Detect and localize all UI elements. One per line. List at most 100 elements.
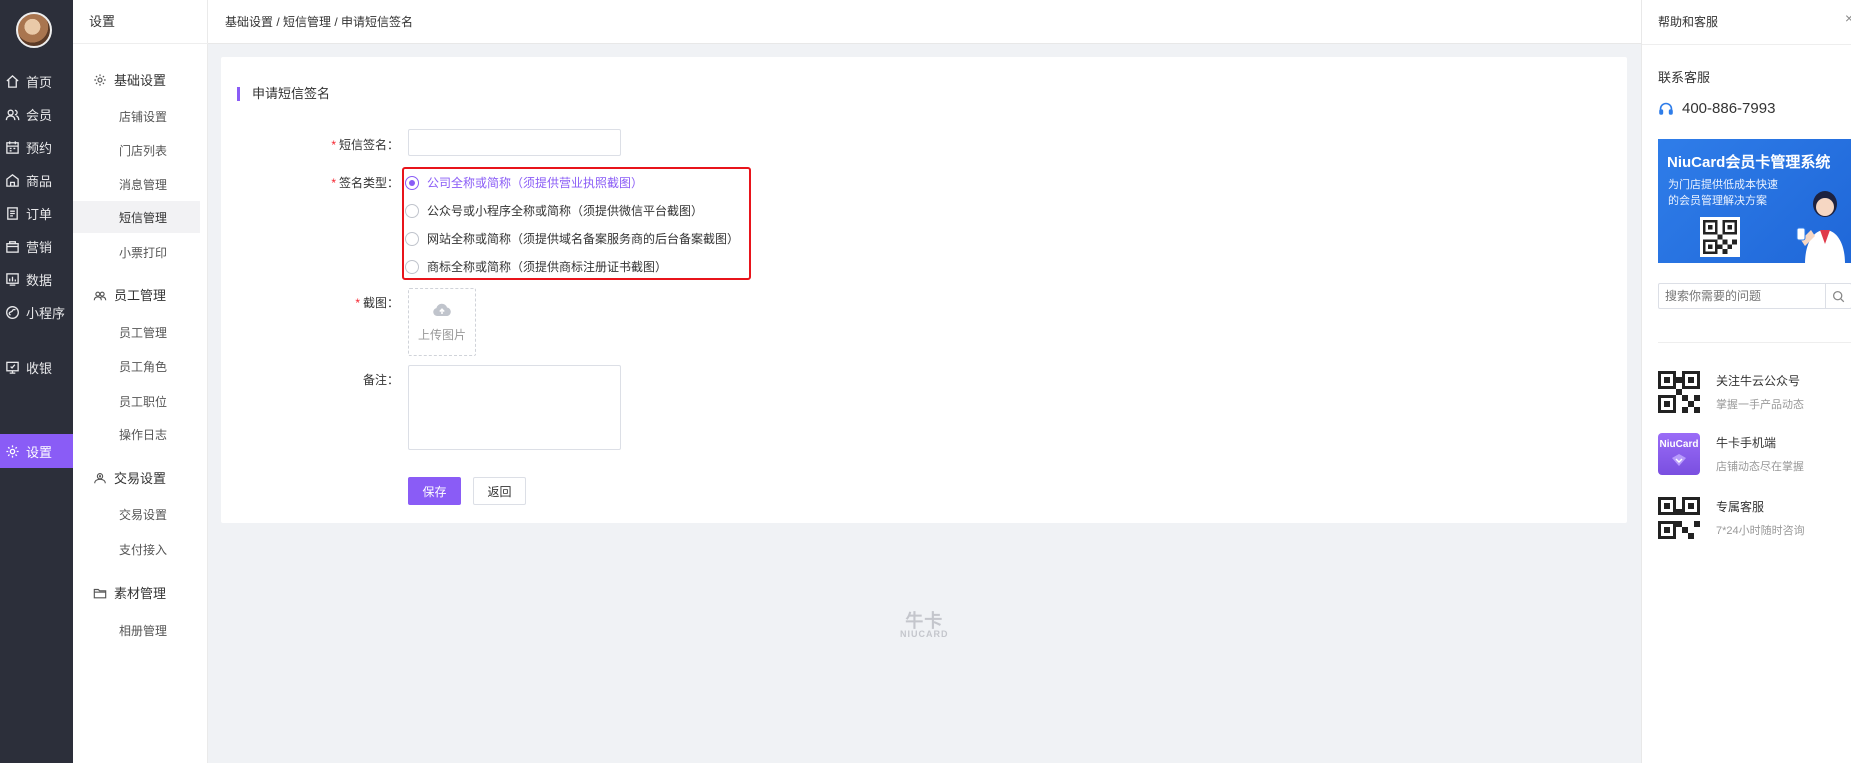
trade-icon [93, 471, 107, 485]
help-item-title: 牛卡手机端 [1716, 436, 1777, 450]
submenu-group-trade[interactable]: 交易设置 [93, 468, 166, 487]
home-icon [5, 74, 20, 89]
qr-code-icon [1658, 371, 1700, 413]
help-item-subtitle: 店铺动态尽在掌握 [1716, 461, 1804, 473]
submenu-item-label: 支付接入 [119, 542, 168, 557]
submenu-item-label: 员工职位 [119, 394, 168, 409]
avatar[interactable] [16, 12, 52, 48]
submenu-group-label: 基础设置 [114, 73, 167, 88]
submenu-item-message[interactable]: 消息管理 [73, 168, 200, 200]
nav-label: 订单 [26, 206, 53, 222]
help-search[interactable] [1658, 283, 1851, 309]
submenu-item-label: 店铺设置 [119, 109, 168, 124]
nav-item-marketing[interactable]: 营销 [0, 229, 73, 263]
divider [73, 43, 208, 44]
submenu-item-label: 门店列表 [119, 143, 168, 158]
gear-icon [93, 73, 107, 87]
nav-item-member[interactable]: 会员 [0, 97, 73, 131]
qr-code-icon [1658, 497, 1700, 539]
nav-item-goods[interactable]: 商品 [0, 163, 73, 197]
label-text: 备注： [362, 373, 399, 387]
help-item-wechat[interactable]: 关注牛云公众号 掌握一手产品动态 [1658, 371, 1804, 413]
submenu-group-material[interactable]: 素材管理 [93, 583, 166, 602]
screenshot-label: * 截图： [266, 294, 399, 311]
remark-textarea[interactable] [408, 365, 621, 450]
breadcrumb[interactable]: 基础设置 / 短信管理 / 申请短信签名 [225, 13, 413, 30]
niucard-banner[interactable]: NiuCard会员卡管理系统 为门店提供低成本快速的会员管理解决方案 [1658, 139, 1851, 263]
nav-label: 设置 [26, 444, 53, 460]
nav-label: 首页 [26, 74, 53, 90]
nav-item-home[interactable]: 首页 [0, 64, 73, 98]
app-badge-text: NiuCard [1659, 439, 1699, 450]
submenu-item-payment[interactable]: 支付接入 [73, 533, 200, 565]
submenu-item-label: 员工角色 [119, 359, 168, 374]
top-bar: 基础设置 / 短信管理 / 申请短信签名 [208, 0, 1641, 44]
submenu-item-trade-settings[interactable]: 交易设置 [73, 498, 200, 530]
nav-item-booking[interactable]: 预约 [0, 130, 73, 164]
required-mark: * [355, 296, 360, 310]
divider [1642, 44, 1851, 45]
submenu-item-staff-position[interactable]: 员工职位 [73, 385, 200, 417]
phone-number: 400-886-7993 [1682, 100, 1776, 117]
nav-label: 收银 [26, 360, 53, 376]
help-item-subtitle: 掌握一手产品动态 [1716, 399, 1804, 411]
banner-subtitle: 为门店提供低成本快速的会员管理解决方案 [1668, 179, 1778, 207]
submenu-item-sms[interactable]: 短信管理 [73, 201, 200, 233]
help-item-dedicated-service[interactable]: 专属客服 7*24小时随时咨询 [1658, 497, 1805, 539]
nav-item-cashier[interactable]: 收银 [0, 350, 73, 384]
folder-icon [93, 586, 107, 600]
watermark-text: 牛卡 [905, 611, 944, 631]
remark-label: 备注： [266, 371, 399, 388]
submenu-item-staff-role[interactable]: 员工角色 [73, 350, 200, 382]
help-search-input[interactable] [1659, 285, 1825, 307]
save-button[interactable]: 保存 [408, 477, 461, 505]
marketing-icon [5, 239, 20, 254]
chart-icon [5, 272, 20, 287]
label-text: 签名类型： [338, 176, 399, 190]
search-icon[interactable] [1825, 284, 1851, 308]
submenu-item-receipt-print[interactable]: 小票打印 [73, 236, 200, 268]
miniprogram-icon [5, 305, 20, 320]
submenu-group-label: 交易设置 [114, 471, 167, 486]
submenu-item-label: 操作日志 [119, 427, 168, 442]
close-icon[interactable]: × [1845, 10, 1851, 26]
contact-title: 联系客服 [1658, 70, 1711, 85]
shop-icon [5, 173, 20, 188]
staff-icon [93, 288, 107, 302]
submenu-group-staff[interactable]: 员工管理 [93, 285, 166, 304]
upload-image-button[interactable]: 上传图片 [408, 288, 476, 356]
submenu-item-operation-log[interactable]: 操作日志 [73, 418, 200, 450]
nav-item-miniprogram[interactable]: 小程序 [0, 295, 73, 329]
niucard-app-icon: NiuCard [1658, 433, 1700, 475]
sign-type-label: * 签名类型： [266, 174, 399, 191]
submenu-item-label: 相册管理 [119, 623, 168, 638]
help-item-title: 专属客服 [1716, 500, 1765, 514]
back-button[interactable]: 返回 [473, 477, 526, 505]
nav-item-data[interactable]: 数据 [0, 262, 73, 296]
submenu-group-label: 员工管理 [114, 288, 167, 303]
submenu-item-store-settings[interactable]: 店铺设置 [73, 100, 200, 132]
support-phone[interactable]: 400-886-7993 [1658, 100, 1775, 117]
gear-icon [5, 444, 20, 459]
submenu-item-album[interactable]: 相册管理 [73, 614, 200, 646]
help-item-mobile[interactable]: NiuCard 牛卡手机端 店铺动态尽在掌握 [1658, 433, 1804, 475]
qr-code-icon [1700, 217, 1740, 257]
required-mark: * [331, 138, 336, 152]
divider [1658, 342, 1851, 343]
sms-sign-input[interactable] [408, 129, 621, 156]
submenu-item-store-list[interactable]: 门店列表 [73, 134, 200, 166]
upload-text: 上传图片 [417, 327, 466, 342]
nav-label: 预约 [26, 140, 53, 156]
headset-icon [1658, 101, 1674, 117]
submenu-item-staff-manage[interactable]: 员工管理 [73, 316, 200, 348]
main-nav: 首页 会员 预约 商品 订单 营销 数据 小程序 收银 设置 [0, 0, 73, 763]
member-icon [5, 107, 20, 122]
nav-item-order[interactable]: 订单 [0, 196, 73, 230]
submenu-item-label: 短信管理 [119, 210, 168, 225]
submenu-group-label: 素材管理 [114, 586, 167, 601]
submenu-group-basic[interactable]: 基础设置 [93, 70, 166, 89]
nav-item-settings[interactable]: 设置 [0, 434, 73, 468]
nav-label: 数据 [26, 272, 53, 288]
required-mark: * [331, 176, 336, 190]
banner-title: NiuCard会员卡管理系统 [1667, 154, 1831, 171]
